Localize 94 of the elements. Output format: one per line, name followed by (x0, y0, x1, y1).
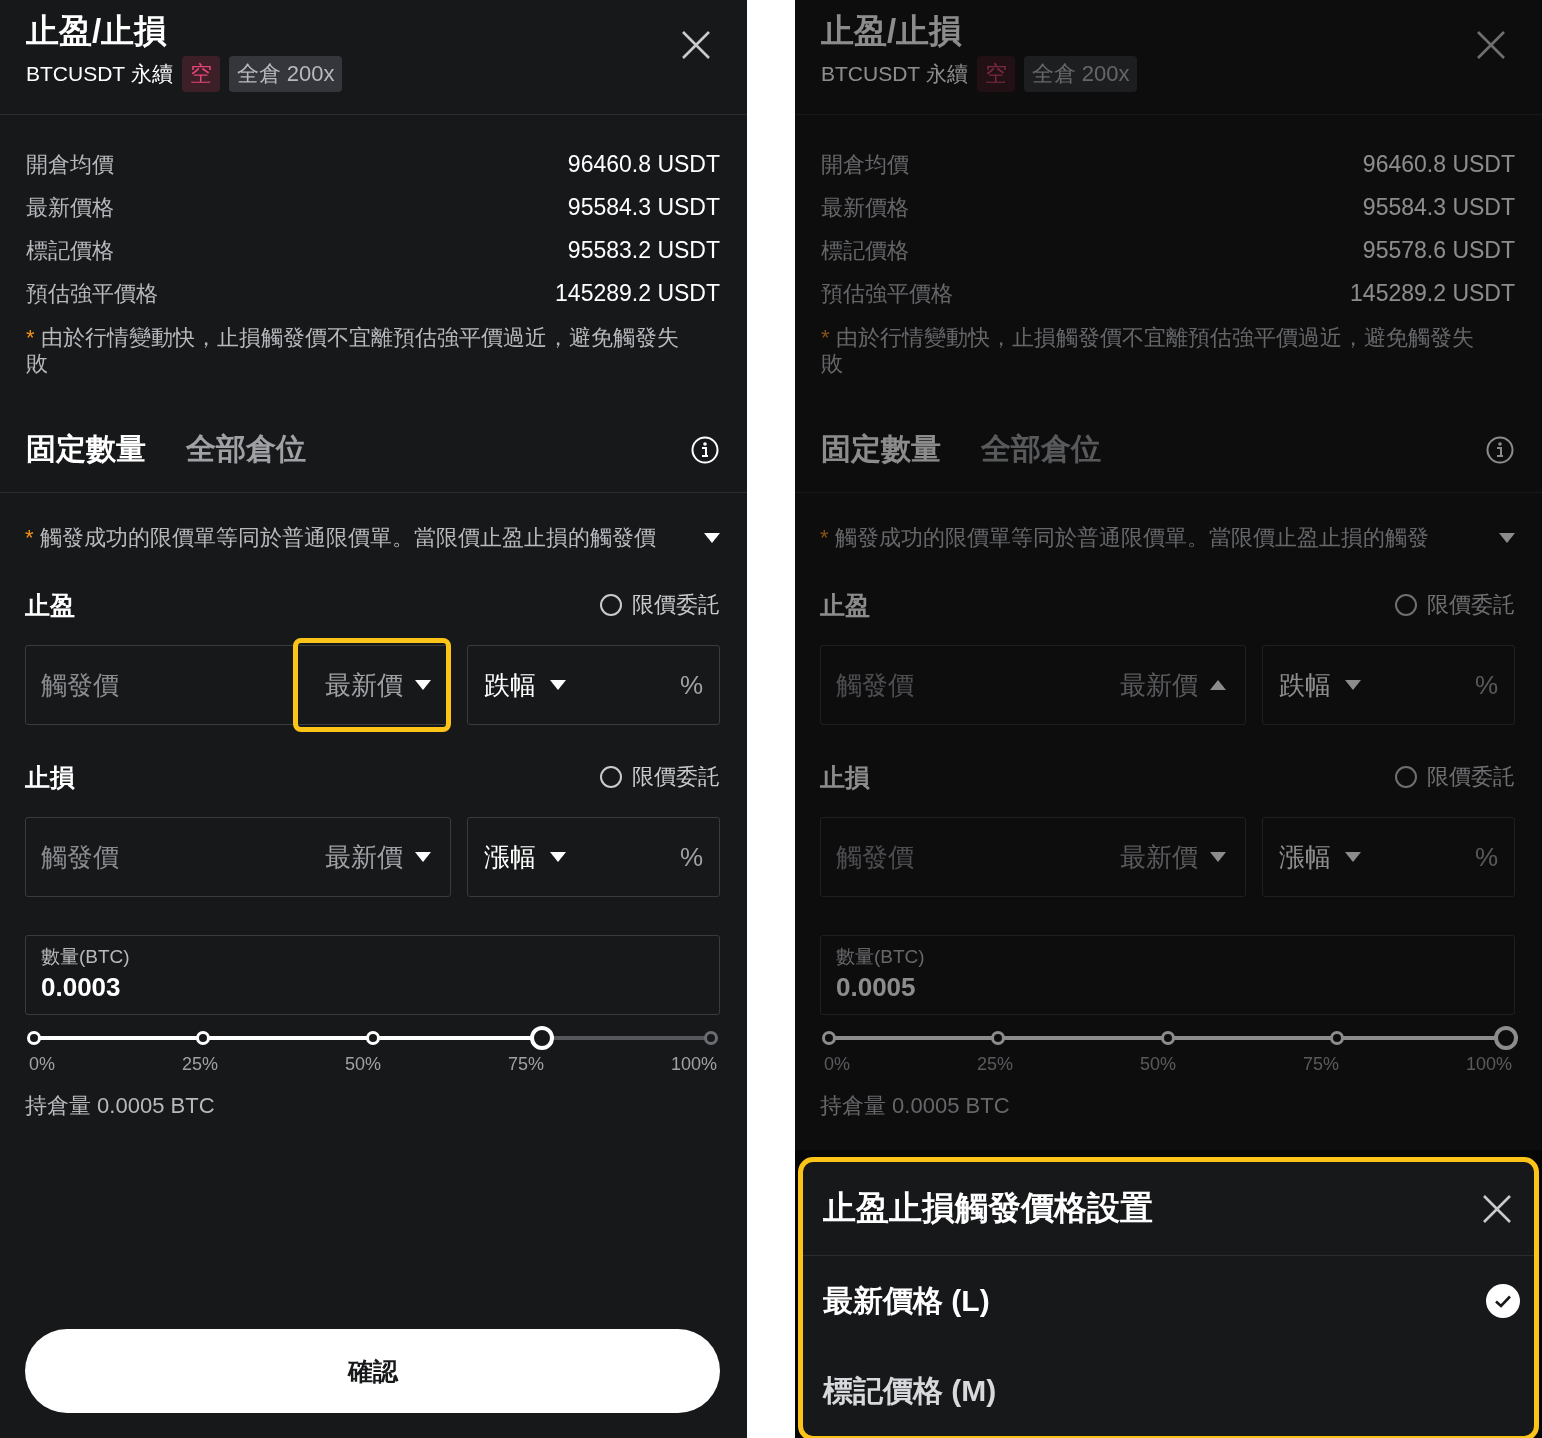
change-type-dropdown[interactable]: 跌幅 (1279, 667, 1475, 703)
radio-button[interactable] (600, 766, 622, 788)
placeholder-text: 觸發價 (41, 668, 120, 702)
info-label: 標記價格 (26, 236, 114, 265)
notice-text: * 觸發成功的限價單等同於普通限價單。當限價止盈止損的觸發價 (25, 524, 656, 552)
position-text: 持倉量 0.0005 BTC (820, 1092, 1011, 1120)
radio-button[interactable] (1395, 766, 1417, 788)
info-label: 開倉均價 (821, 150, 909, 179)
caret-icon (1345, 680, 1361, 690)
section-title: 止損 (25, 761, 75, 793)
position-text: 持倉量 0.0005 BTC (25, 1092, 216, 1120)
section-title: 止損 (820, 761, 870, 793)
section-title: 止盈 (25, 589, 75, 621)
info-label: 最新價格 (821, 193, 909, 222)
tick-label: 0% (29, 1054, 55, 1075)
info-value: 95584.3 USDT (567, 194, 720, 221)
info-value: 95583.2 USDT (567, 237, 720, 264)
tab[interactable]: 全部倉位 (186, 429, 306, 470)
field-value: 0.0005 (836, 972, 917, 1003)
tick-label: 25% (976, 1054, 1013, 1075)
info-value: 95584.3 USDT (1362, 194, 1515, 221)
info-value: 145289.2 USDT (1350, 280, 1515, 307)
sheet-title: 止盈止損觸發價格設置 (823, 1188, 1153, 1228)
tick-label: 75% (1302, 1054, 1339, 1075)
dialog-title: 止盈/止損 (26, 11, 169, 51)
placeholder-text: 觸發價 (41, 840, 120, 874)
change-type-dropdown[interactable]: 漲幅 (1279, 839, 1475, 875)
unit-text: % (679, 841, 703, 873)
option-item[interactable]: 最新價格 (L) (803, 1256, 1534, 1346)
info-icon[interactable] (691, 435, 719, 464)
percent-field[interactable]: 漲幅 % (467, 817, 720, 897)
radio-label: 限價委託 (1427, 591, 1515, 619)
notice-text: * 觸發成功的限價單等同於普通限價單。當限價止盈止損的觸發 (820, 524, 1429, 552)
field-value: 0.0003 (41, 972, 122, 1003)
info-label: 預估強平價格 (821, 279, 953, 308)
symbol-text: BTCUSDT 永續 (821, 61, 968, 87)
warning-text: * 由於行情變動快，止損觸發價不宜離預估強平價過近，避免觸發失敗 (26, 325, 680, 377)
check-icon (1486, 1284, 1520, 1318)
tab[interactable]: 固定數量 (26, 429, 146, 470)
tick-label: 75% (507, 1054, 544, 1075)
info-value: 96460.8 USDT (567, 151, 720, 178)
dialog-title: 止盈/止損 (821, 11, 964, 51)
field-label: 數量(BTC) (41, 945, 131, 969)
caret-icon (550, 680, 566, 690)
percent-field[interactable]: 跌幅 % (1262, 645, 1515, 725)
change-type-dropdown[interactable]: 漲幅 (484, 839, 680, 875)
tick-label: 0% (824, 1054, 850, 1075)
info-label: 開倉均價 (26, 150, 114, 179)
info-value: 96460.8 USDT (1362, 151, 1515, 178)
section-title: 止盈 (820, 589, 870, 621)
margin-tag: 全倉 200x (1023, 56, 1138, 92)
radio-button[interactable] (1395, 594, 1417, 616)
placeholder-text: 觸發價 (836, 840, 915, 874)
tick-label: 50% (344, 1054, 381, 1075)
info-label: 預估強平價格 (26, 279, 158, 308)
tick-label: 100% (670, 1054, 717, 1075)
info-icon[interactable] (1486, 435, 1514, 464)
margin-tag: 全倉 200x (228, 56, 343, 92)
quantity-field[interactable]: 數量(BTC) 0.0003 (25, 935, 720, 1015)
unit-text: % (1474, 841, 1498, 873)
option-item[interactable]: 標記價格 (M) (803, 1346, 1534, 1436)
price-source-dropdown[interactable]: 最新價 (293, 638, 451, 732)
caret-icon (1345, 852, 1361, 862)
tick-label: 100% (1465, 1054, 1512, 1075)
tick-label: 50% (1139, 1054, 1176, 1075)
tick-label: 25% (181, 1054, 218, 1075)
percent-field[interactable]: 漲幅 % (1262, 817, 1515, 897)
caret-icon (550, 852, 566, 862)
radio-button[interactable] (600, 594, 622, 616)
confirm-button[interactable]: 確認 (25, 1329, 720, 1413)
percent-field[interactable]: 跌幅 % (467, 645, 720, 725)
radio-label: 限價委託 (1427, 763, 1515, 791)
tab[interactable]: 固定數量 (821, 429, 941, 470)
change-type-dropdown[interactable]: 跌幅 (484, 667, 680, 703)
unit-text: % (679, 669, 703, 701)
warning-text: * 由於行情變動快，止損觸發價不宜離預估強平價過近，避免觸發失敗 (821, 325, 1475, 377)
caret-icon (1499, 533, 1515, 543)
trigger-price-field[interactable]: 觸發價 最新價 (25, 817, 451, 897)
info-value: 145289.2 USDT (555, 280, 720, 307)
side-tag: 空 (976, 56, 1015, 92)
close-icon[interactable] (1482, 1193, 1512, 1224)
radio-label: 限價委託 (632, 591, 720, 619)
info-value: 95578.6 USDT (1362, 237, 1515, 264)
caret-icon (704, 533, 720, 543)
field-label: 數量(BTC) (836, 945, 926, 969)
info-label: 最新價格 (26, 193, 114, 222)
radio-label: 限價委託 (632, 763, 720, 791)
side-tag: 空 (181, 56, 220, 92)
quantity-field[interactable]: 數量(BTC) 0.0005 (820, 935, 1515, 1015)
placeholder-text: 觸發價 (836, 668, 915, 702)
unit-text: % (1474, 669, 1498, 701)
symbol-text: BTCUSDT 永續 (26, 61, 173, 87)
close-icon[interactable] (681, 30, 711, 60)
info-label: 標記價格 (821, 236, 909, 265)
